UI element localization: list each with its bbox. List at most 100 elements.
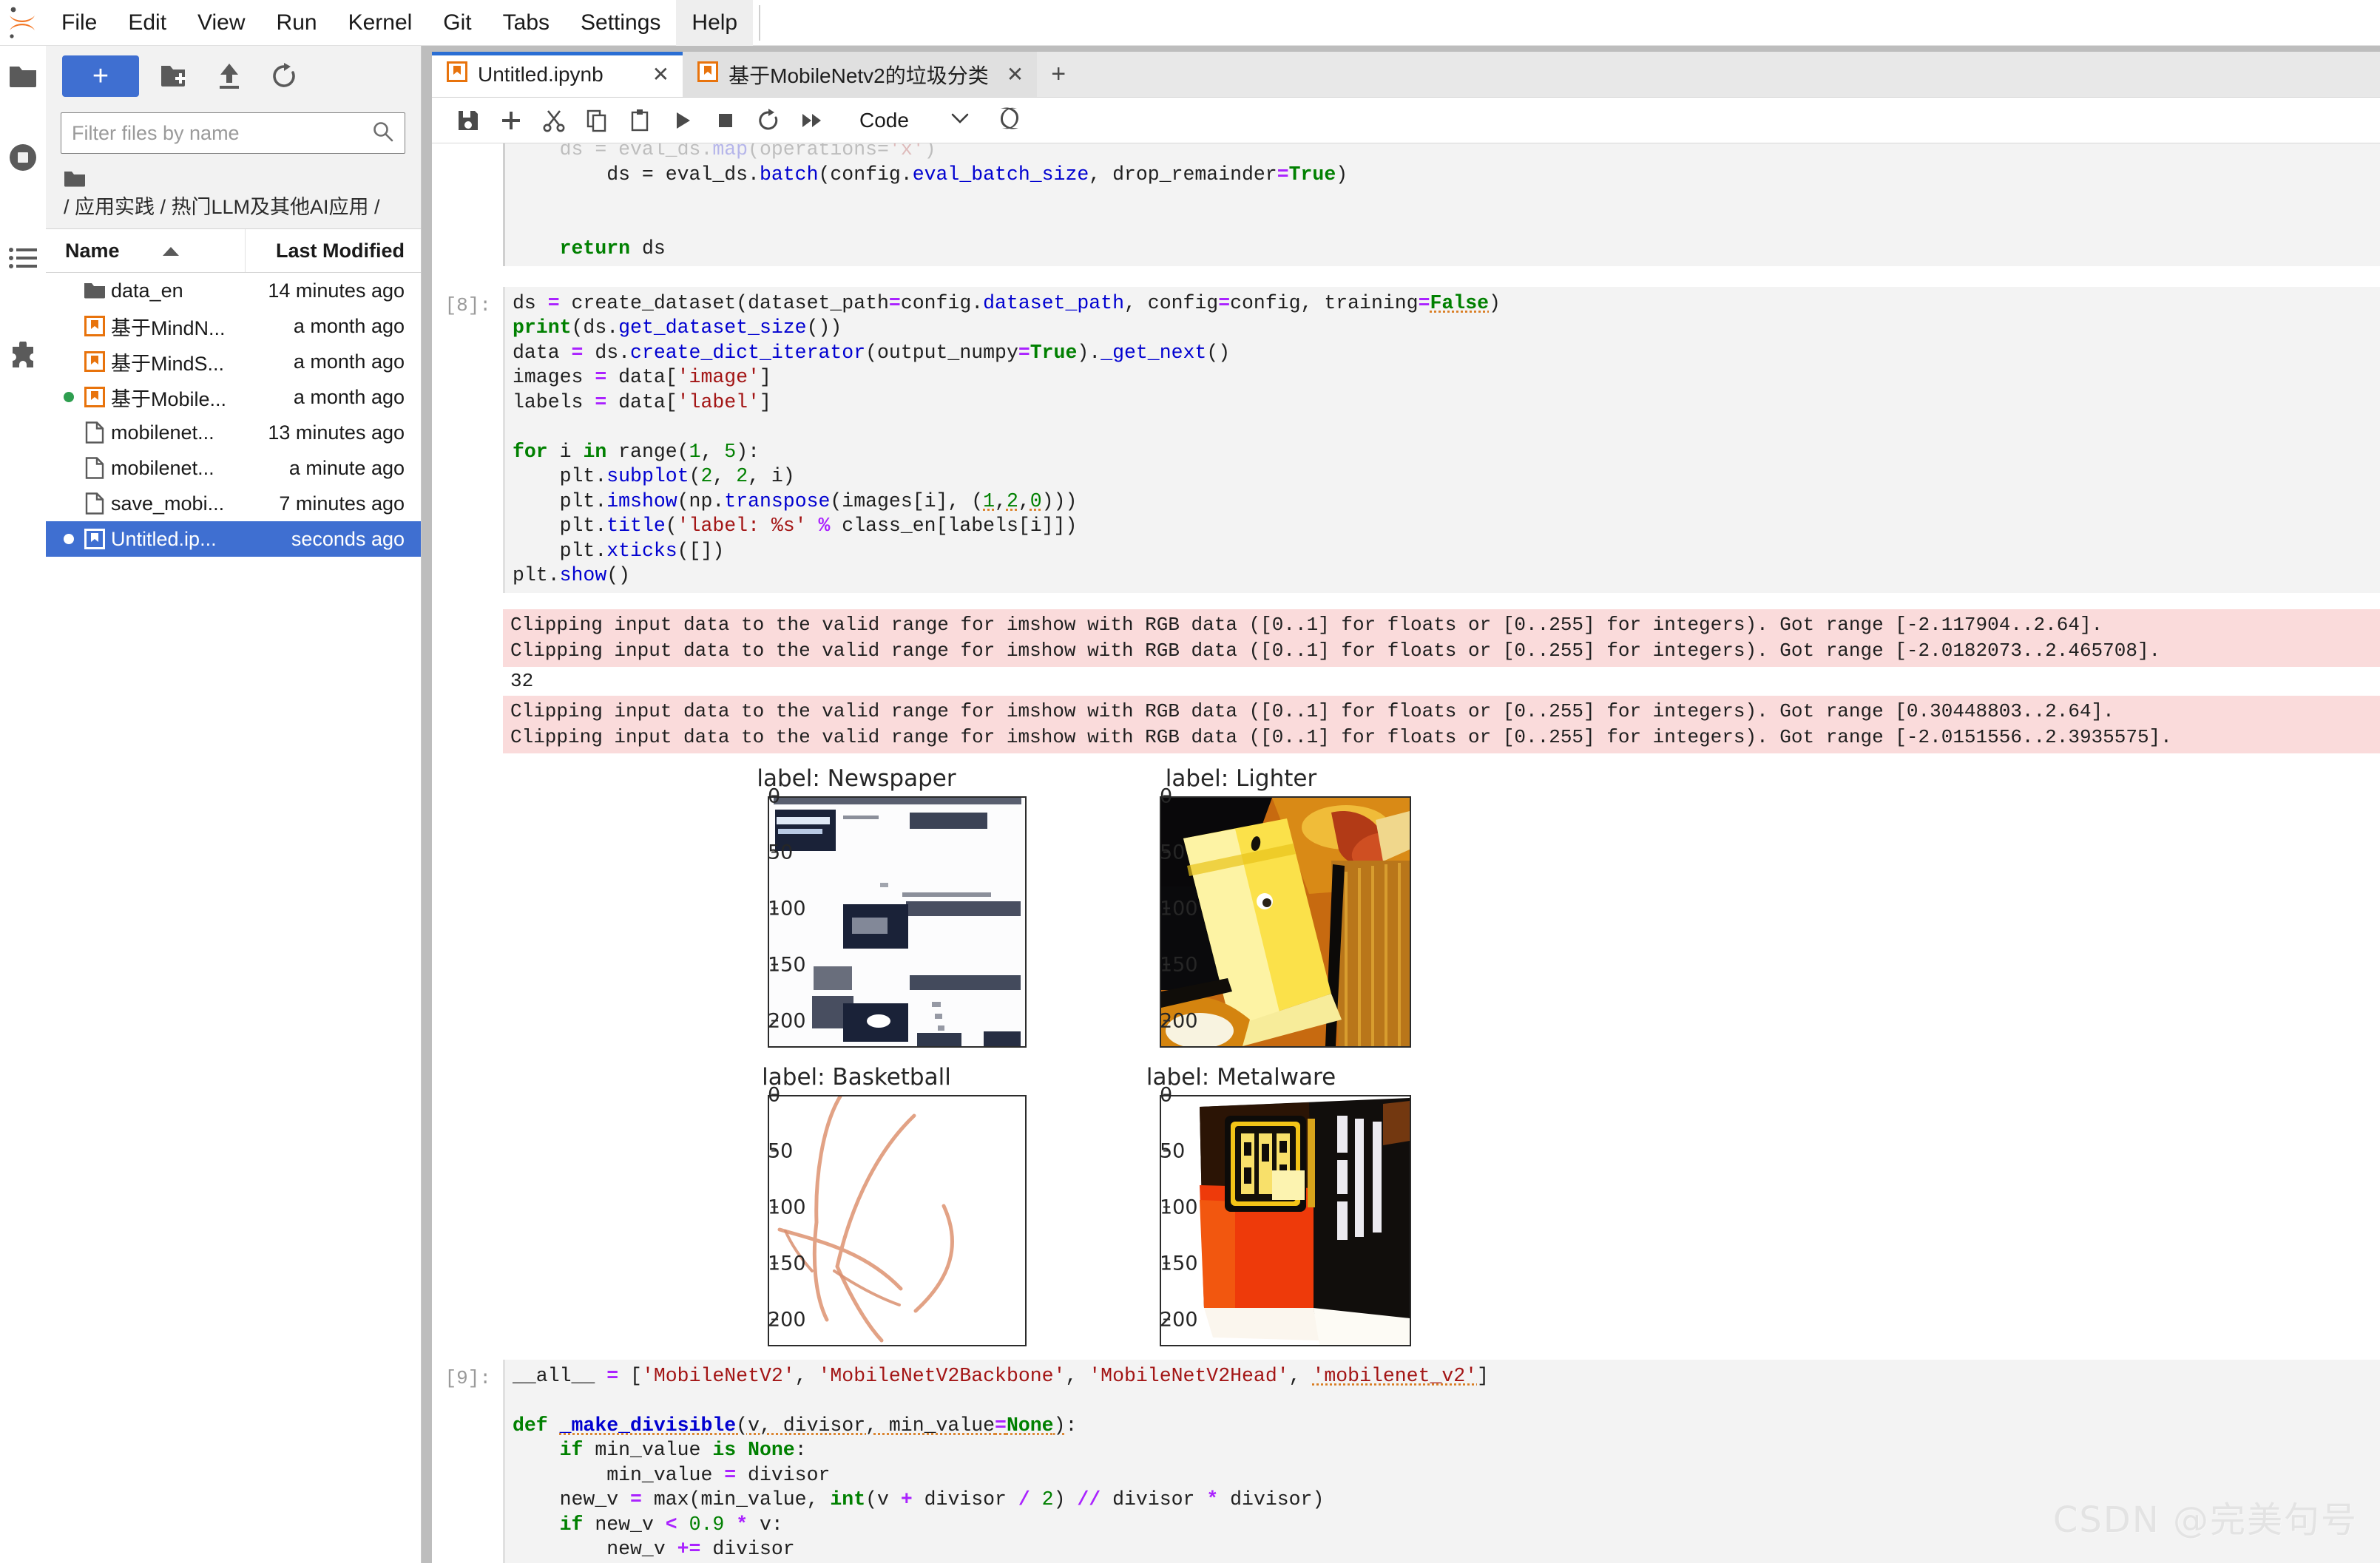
cell-editor[interactable]: ds = eval_ds.map(operations='x') ds = ev… (503, 143, 2380, 266)
file-name: mobilenet... (111, 456, 214, 479)
notebook-cell[interactable]: [8]: ds = create_dataset(dataset_path=co… (432, 286, 2380, 593)
menu-settings[interactable]: Settings (565, 0, 676, 46)
activity-bar (0, 46, 46, 1563)
jupyter-logo-icon (0, 0, 46, 46)
kernel-idle-icon[interactable] (996, 104, 1023, 136)
menu-view[interactable]: View (182, 0, 260, 46)
copy-icon[interactable] (577, 101, 617, 140)
cell-type-dropdown[interactable]: Code (852, 103, 977, 138)
menu-git[interactable]: Git (427, 0, 487, 46)
close-icon[interactable]: ✕ (652, 62, 669, 87)
file-browser-toolbar: + (46, 46, 421, 106)
notebook-scrollbar[interactable] (2370, 143, 2380, 1563)
cell-editor[interactable]: ds = create_dataset(dataset_path=config.… (503, 286, 2380, 593)
restart-icon[interactable] (748, 101, 788, 140)
breadcrumb[interactable]: / 应用实践 / 热门LLM及其他AI应用 / (46, 154, 421, 228)
subplot-title: label: Lighter (1165, 764, 1317, 792)
cell-prompt: [9]: (444, 1366, 491, 1389)
y-tick-label: 0 (1160, 784, 1173, 807)
file-list-header: Name Last Modified (46, 228, 421, 274)
new-launcher-button[interactable]: + (62, 55, 139, 97)
tab-mobilenetv2-garbage[interactable]: 基于MobileNetv2的垃圾分类 ✕ (683, 52, 1038, 97)
file-name: save_mobi... (111, 492, 225, 515)
list-item[interactable]: mobilenet... a minute ago (46, 450, 421, 486)
file-modified: seconds ago (291, 527, 405, 550)
notebook-cell[interactable]: ds = eval_ds.map(operations='x') ds = ev… (432, 143, 2380, 266)
tab-label: Untitled.ipynb (478, 62, 604, 86)
cut-icon[interactable] (534, 101, 574, 140)
file-list: data_en 14 minutes ago 基于MindN... a mont… (46, 273, 421, 1563)
file-modified: a month ago (293, 385, 405, 408)
list-item-selected[interactable]: Untitled.ip... seconds ago (46, 521, 421, 557)
y-tick-label: 150 (1160, 953, 1198, 976)
save-icon[interactable] (448, 101, 488, 140)
menu-file[interactable]: File (46, 0, 112, 46)
column-header-name[interactable]: Name (46, 229, 246, 273)
add-cell-icon[interactable] (491, 101, 531, 140)
folder-icon (64, 169, 86, 194)
cell-editor[interactable]: __all__ = ['MobileNetV2', 'MobileNetV2Ba… (503, 1359, 2380, 1563)
file-name: Untitled.ip... (111, 527, 217, 550)
menu-kernel[interactable]: Kernel (333, 0, 428, 46)
file-name: data_en (111, 279, 183, 302)
y-tick-label: 50 (1160, 841, 1185, 864)
refresh-icon[interactable] (265, 57, 303, 95)
y-tick-label: 200 (1160, 1308, 1198, 1331)
notebook-tab-bar: Untitled.ipynb ✕ 基于MobileNetv2的垃圾分类 ✕ + (432, 52, 2380, 98)
new-tab-button[interactable]: + (1037, 52, 1080, 97)
close-icon[interactable]: ✕ (1007, 62, 1024, 87)
y-tick-label: 100 (768, 897, 806, 920)
menu-tabs[interactable]: Tabs (487, 0, 565, 46)
notebook-content[interactable]: ds = eval_ds.map(operations='x') ds = ev… (432, 143, 2380, 1563)
menu-help[interactable]: Help (676, 0, 754, 46)
file-modified: 7 minutes ago (279, 492, 405, 515)
list-item[interactable]: data_en 14 minutes ago (46, 273, 421, 308)
cell-output-stdout: 32 (503, 666, 2380, 696)
notebook-cell[interactable]: [9]: __all__ = ['MobileNetV2', 'MobileNe… (432, 1359, 2380, 1563)
extension-manager-icon[interactable] (0, 330, 46, 384)
cell-prompt (432, 143, 503, 266)
paste-icon[interactable] (620, 101, 660, 140)
run-icon[interactable] (663, 101, 703, 140)
table-of-contents-icon[interactable] (0, 231, 46, 285)
y-tick-label: 150 (768, 953, 806, 976)
tab-untitled-ipynb[interactable]: Untitled.ipynb ✕ (432, 52, 683, 97)
upload-icon[interactable] (210, 57, 249, 95)
list-item[interactable]: 基于MindN... a month ago (46, 308, 421, 344)
subplot-title: label: Metalware (1146, 1063, 1336, 1091)
running-terminals-icon[interactable] (0, 130, 46, 185)
matplotlib-figure: label: Newspaper 0 label: Lighter 0 labe… (701, 762, 1441, 1346)
column-header-last-modified[interactable]: Last Modified (246, 229, 421, 272)
notebook-panel: Untitled.ipynb ✕ 基于MobileNetv2的垃圾分类 ✕ + (432, 52, 2380, 1563)
file-filter-box[interactable] (61, 112, 405, 154)
dirty-indicator (59, 532, 78, 546)
file-icon (78, 457, 111, 479)
search-icon (372, 121, 394, 146)
y-tick-label: 50 (768, 1139, 793, 1162)
y-tick-label: 0 (1160, 1083, 1173, 1106)
warning-line-4: Clipping input data to the valid range f… (510, 725, 2172, 748)
stop-icon[interactable] (706, 101, 746, 140)
warning-line-2: Clipping input data to the valid range f… (510, 639, 2161, 662)
warning-line-3: Clipping input data to the valid range f… (510, 699, 2114, 722)
list-item[interactable]: 基于Mobile... a month ago (46, 379, 421, 415)
y-tick-label: 150 (768, 1252, 806, 1275)
filter-files-input[interactable] (72, 121, 372, 145)
y-tick-label: 200 (768, 1308, 806, 1331)
warning-line-1: Clipping input data to the valid range f… (510, 613, 2103, 636)
cell-output-figure: label: Newspaper 0 label: Lighter 0 labe… (503, 753, 2380, 1346)
menu-divider (759, 4, 761, 41)
list-item[interactable]: save_mobi... 7 minutes ago (46, 486, 421, 521)
restart-run-all-icon[interactable] (791, 101, 831, 140)
file-icon (78, 492, 111, 515)
list-item[interactable]: mobilenet... 13 minutes ago (46, 415, 421, 450)
y-tick-label: 150 (1160, 1252, 1198, 1275)
file-browser-icon[interactable] (0, 49, 46, 104)
new-folder-icon[interactable] (155, 57, 194, 95)
subplot-axes (768, 796, 1027, 1048)
list-item[interactable]: 基于MindS... a month ago (46, 344, 421, 379)
menu-edit[interactable]: Edit (112, 0, 182, 46)
menu-run[interactable]: Run (261, 0, 333, 46)
y-tick-label: 0 (768, 1083, 781, 1106)
cell-prompt: [8]: (444, 294, 491, 316)
